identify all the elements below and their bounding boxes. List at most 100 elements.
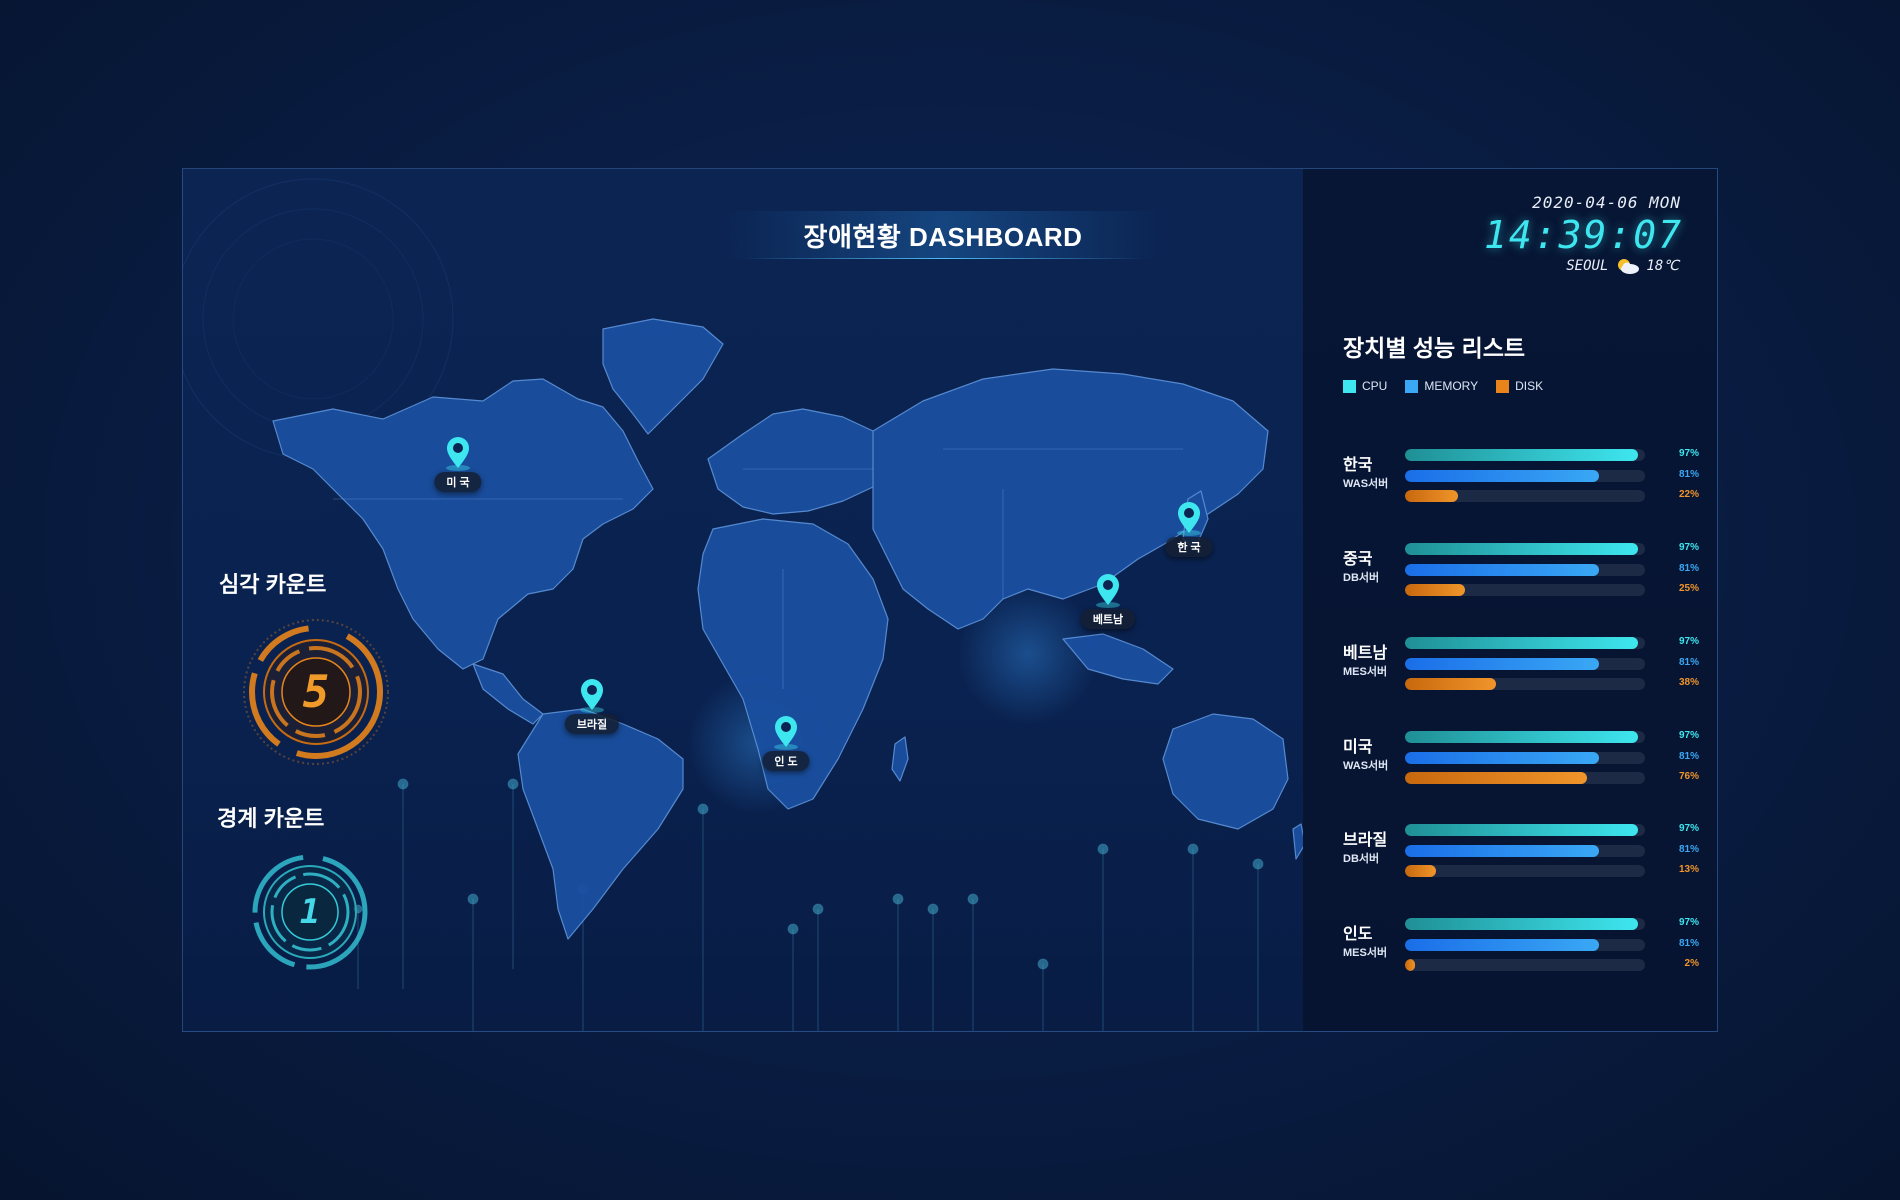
map-pin-korea[interactable]: 한 국 — [1149, 499, 1229, 559]
device-row[interactable]: 브라질 DB서버 97% 81% 13% — [1343, 823, 1705, 884]
disk-bar-fill — [1405, 959, 1415, 971]
legend-disk: DISK — [1496, 379, 1543, 393]
greenland-shape — [602, 318, 724, 435]
location-pin-icon — [446, 437, 470, 471]
disk-bar-track — [1405, 865, 1645, 877]
partly-cloudy-icon — [1618, 259, 1640, 274]
cpu-bar-track — [1405, 449, 1645, 461]
disk-bar-track — [1405, 959, 1645, 971]
memory-bar-fill — [1405, 845, 1600, 857]
disk-bar-fill — [1405, 865, 1437, 877]
device-type: DB서버 — [1343, 853, 1380, 865]
device-row[interactable]: 중국 DB서버 97% 81% 25% — [1343, 542, 1705, 603]
disk-value: 76% — [1678, 771, 1699, 782]
device-name: 중국 — [1343, 551, 1373, 568]
location-pin-icon — [1096, 574, 1120, 608]
device-name: 인도 — [1343, 926, 1373, 943]
legend-label: MEMORY — [1424, 379, 1479, 393]
memory-bar-row: 81% — [1405, 563, 1705, 577]
memory-bar-track — [1405, 939, 1645, 951]
warning-count-value: 1 — [299, 892, 321, 932]
memory-value: 81% — [1678, 844, 1699, 855]
cpu-bar-fill — [1405, 637, 1638, 649]
disk-bar-fill — [1405, 772, 1588, 784]
cpu-bar-fill — [1405, 543, 1638, 555]
weather-city: SEOUL — [1566, 258, 1609, 274]
device-type: WAS서버 — [1343, 478, 1389, 490]
dashboard-title: 장애현황 DASHBOARD — [723, 211, 1163, 259]
disk-bar-row: 25% — [1405, 583, 1705, 597]
location-pin-icon — [580, 679, 604, 713]
madagascar-shape — [891, 736, 909, 782]
legend-swatch — [1496, 379, 1510, 393]
map-pin-label: 미 국 — [434, 472, 482, 492]
device-type: MES서버 — [1343, 666, 1388, 678]
device-row[interactable]: 한국 WAS서버 97% 81% 22% — [1343, 448, 1703, 509]
disk-bar-track — [1405, 772, 1645, 784]
disk-value: 2% — [1684, 958, 1699, 969]
memory-bar-track — [1405, 564, 1645, 576]
device-type: MES서버 — [1343, 947, 1388, 959]
memory-value: 81% — [1678, 469, 1699, 480]
map-pin-label: 한 국 — [1165, 537, 1213, 557]
cpu-bar-row: 97% — [1405, 730, 1705, 744]
disk-value: 13% — [1678, 864, 1699, 875]
memory-bar-track — [1405, 752, 1645, 764]
device-row[interactable]: 베트남 MES서버 97% 81% 38% — [1343, 636, 1705, 697]
cpu-bar-track — [1405, 918, 1645, 930]
critical-count-label: 심각 카운트 — [219, 572, 327, 597]
cpu-value: 97% — [1678, 542, 1699, 553]
device-name: 브라질 — [1343, 832, 1388, 849]
cpu-bar-row: 97% — [1405, 823, 1705, 837]
device-row[interactable]: 인도 MES서버 97% 81% 2% — [1343, 917, 1705, 978]
memory-value: 81% — [1678, 938, 1699, 949]
memory-bar-row: 81% — [1405, 938, 1705, 952]
clock-time: 14:39:07 — [1483, 213, 1683, 257]
central-america-shape — [472, 663, 544, 725]
map-pin-india[interactable]: 인 도 — [746, 713, 826, 773]
memory-bar-row: 81% — [1405, 657, 1705, 671]
memory-bar-track — [1405, 470, 1645, 482]
memory-value: 81% — [1678, 751, 1699, 762]
memory-bar-track — [1405, 845, 1645, 857]
disk-value: 38% — [1678, 677, 1699, 688]
disk-bar-fill — [1405, 490, 1458, 502]
cpu-value: 97% — [1678, 448, 1699, 459]
cpu-bar-track — [1405, 731, 1645, 743]
device-name: 미국 — [1343, 739, 1373, 756]
device-type: DB서버 — [1343, 572, 1380, 584]
device-type: WAS서버 — [1343, 760, 1389, 772]
cpu-bar-fill — [1405, 731, 1638, 743]
disk-bar-row: 13% — [1405, 864, 1705, 878]
disk-bar-fill — [1405, 584, 1465, 596]
device-row[interactable]: 미국 WAS서버 97% 81% 76% — [1343, 730, 1705, 791]
map-pin-vietnam[interactable]: 베트남 — [1068, 571, 1148, 631]
warning-count-gauge[interactable]: 1 — [251, 853, 369, 971]
cpu-bar-fill — [1405, 449, 1638, 461]
clock-date: 2020-04-06 MON — [1532, 193, 1681, 212]
performance-panel: 2020-04-06 MON 14:39:07 SEOUL 18℃ 장치별 성능… — [1303, 169, 1717, 1031]
map-pin-label: 브라질 — [564, 714, 620, 734]
memory-bar-fill — [1405, 564, 1600, 576]
cpu-bar-row: 97% — [1405, 917, 1705, 931]
disk-bar-track — [1405, 490, 1645, 502]
cpu-bar-fill — [1405, 918, 1638, 930]
cpu-value: 97% — [1678, 730, 1699, 741]
dashboard-frame: 장애현황 DASHBOARD 미 국 한 국 베트남 브라질 인 도 심각 카운… — [182, 168, 1718, 1032]
map-pin-label: 인 도 — [762, 751, 810, 771]
disk-bar-row: 76% — [1405, 771, 1705, 785]
new-zealand-shape — [1292, 823, 1303, 860]
critical-count-gauge[interactable]: 5 — [241, 617, 391, 767]
location-pin-icon — [774, 716, 798, 750]
cpu-bar-fill — [1405, 824, 1638, 836]
memory-bar-track — [1405, 658, 1645, 670]
legend-cpu: CPU — [1343, 379, 1387, 393]
map-pin-brazil[interactable]: 브라질 — [552, 676, 632, 736]
critical-count-value: 5 — [302, 666, 330, 718]
memory-bar-row: 81% — [1405, 751, 1705, 765]
memory-value: 81% — [1678, 563, 1699, 574]
disk-value: 25% — [1678, 583, 1699, 594]
map-pin-label: 베트남 — [1080, 609, 1136, 629]
performance-list-title: 장치별 성능 리스트 — [1343, 335, 1526, 361]
map-pin-usa[interactable]: 미 국 — [418, 434, 498, 494]
